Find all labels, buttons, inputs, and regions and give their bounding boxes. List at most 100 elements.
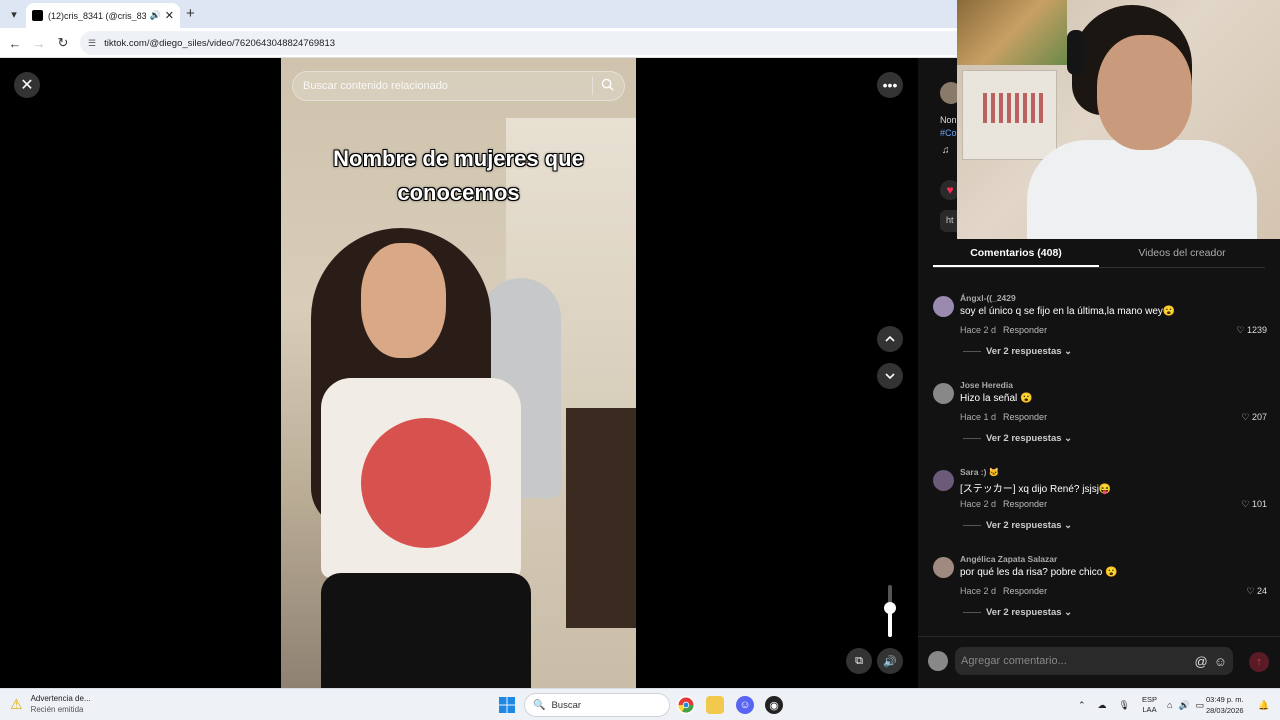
send-comment-button[interactable]: ↑ (1249, 652, 1269, 672)
volume-slider[interactable] (884, 585, 896, 637)
site-info-icon[interactable]: ☰ (88, 38, 96, 49)
forward-arrow-icon[interactable]: → (30, 34, 48, 52)
heart-outline-icon: ♡ (1241, 499, 1252, 509)
comment-item: Jose Heredia Hizo la señal 😮 Hace 1 d Res… (933, 377, 1273, 457)
chevron-up-icon[interactable]: ⌃ (1078, 700, 1086, 711)
reply-button[interactable]: Responder (1003, 499, 1047, 509)
notification-subtitle: Recién emitida (30, 705, 84, 714)
language-bottom: LAA (1142, 705, 1157, 714)
windows-start-icon[interactable] (498, 696, 516, 714)
mention-icon[interactable]: @ (1195, 654, 1208, 669)
search-icon[interactable] (601, 78, 614, 94)
video-scene-shirt-print (361, 418, 491, 548)
tab-close-icon[interactable]: ✕ (165, 9, 174, 22)
comment-username[interactable]: Ángxl-((_2429 (960, 293, 1016, 303)
tab-search-menu-button[interactable]: ▾ (4, 4, 24, 24)
emoji-icon[interactable]: ☺ (1214, 654, 1227, 669)
taskbar-search-label: Buscar (551, 699, 582, 711)
tab-audio-icon[interactable]: 🔊 (150, 10, 161, 21)
mute-button[interactable]: 🔊 (877, 648, 903, 674)
language-top: ESP (1141, 695, 1157, 704)
chrome-icon[interactable] (677, 696, 695, 714)
previous-video-button[interactable] (877, 326, 903, 352)
avatar[interactable] (933, 296, 954, 317)
comment-like-button[interactable]: ♡ 1239 (1236, 325, 1267, 336)
comment-text: [ステッカー] xq dijo René? jsjsj😝 (960, 484, 1112, 495)
next-video-button[interactable] (877, 363, 903, 389)
wifi-icon[interactable]: ⌂ (1167, 700, 1172, 710)
comment-time: Hace 2 d (960, 499, 997, 509)
volume-slider-knob[interactable] (884, 602, 896, 615)
comment-meta: Hace 2 d Responder (960, 586, 1047, 596)
caption-line-2: conocemos (397, 180, 520, 205)
more-horizontal-icon: ••• (882, 77, 898, 93)
comment-input-placeholder: Agregar comentario... (961, 655, 1067, 667)
battery-icon[interactable]: ▭ (1196, 700, 1205, 711)
view-replies-label: Ver 2 respuestas (986, 433, 1062, 444)
video-description: Non #Co (940, 114, 957, 140)
webcam-scene-tshirt (1027, 140, 1257, 239)
more-options-button[interactable]: ••• (877, 72, 903, 98)
view-replies-label: Ver 2 respuestas (986, 346, 1062, 357)
view-replies-label: Ver 2 respuestas (986, 520, 1062, 531)
comment-text: Hizo la señal 😮 (960, 393, 1033, 404)
comment-like-button[interactable]: ♡ 24 (1246, 586, 1267, 597)
chevron-down-icon: ⌄ (1061, 433, 1073, 444)
webcam-scene-headphones (1067, 30, 1085, 75)
chevron-down-icon: ⌄ (1061, 607, 1073, 618)
comment-item: Ángxl-((_2429 soy el único q se fijo en … (933, 290, 1273, 370)
comment-like-count: 207 (1251, 412, 1267, 422)
clock-time: 03:49 p. m. (1206, 695, 1244, 704)
network-app-icon[interactable]: ☁ (1098, 700, 1107, 711)
comment-meta: Hace 2 d Responder (960, 499, 1047, 509)
new-tab-button[interactable]: + (186, 5, 195, 22)
language-indicator[interactable]: ESP LAA (1142, 695, 1157, 715)
comment-username[interactable]: Angélica Zapata Salazar (960, 554, 1057, 564)
view-replies-label: Ver 2 respuestas (986, 607, 1062, 618)
clock-date: 28/03/2026 (1206, 706, 1244, 715)
speaker-icon[interactable]: 🔊 (1178, 700, 1189, 711)
video-scene-skirt (321, 573, 531, 688)
hashtag-link[interactable]: #Co (940, 127, 957, 140)
comment-like-button[interactable]: ♡ 101 (1241, 499, 1267, 510)
view-replies-button[interactable]: Ver 2 respuestas ⌄ (963, 607, 1072, 618)
reply-button[interactable]: Responder (1003, 325, 1047, 335)
avatar[interactable] (933, 557, 954, 578)
view-replies-button[interactable]: Ver 2 respuestas ⌄ (963, 346, 1072, 357)
close-video-button[interactable]: ✕ (14, 72, 40, 98)
music-note-icon[interactable]: ♫ (942, 145, 950, 156)
comment-like-button[interactable]: ♡ 207 (1241, 412, 1267, 423)
browser-tab-active[interactable]: (12)cris_8341 (@cris_8341) 🔊 ✕ (26, 3, 180, 28)
comment-input[interactable]: Agregar comentario... @ ☺ (955, 647, 1233, 675)
reply-button[interactable]: Responder (1003, 412, 1047, 422)
tab-creator-videos[interactable]: Videos del creador (1099, 243, 1265, 267)
comment-time: Hace 2 d (960, 325, 997, 335)
back-arrow-icon[interactable]: ← (6, 34, 24, 52)
taskbar-search[interactable]: 🔍 Buscar (524, 693, 670, 717)
avatar[interactable] (933, 383, 954, 404)
comment-username[interactable]: Jose Heredia (960, 380, 1013, 390)
view-replies-button[interactable]: Ver 2 respuestas ⌄ (963, 433, 1072, 444)
reload-icon[interactable]: ↻ (54, 34, 72, 52)
floating-player-button[interactable]: ⧉ (846, 648, 872, 674)
webcam-overlay (957, 0, 1280, 239)
avatar (928, 651, 948, 671)
obs-icon[interactable]: ◉ (765, 696, 783, 714)
microphone-icon[interactable]: 🎙 (1119, 700, 1130, 711)
view-replies-button[interactable]: Ver 2 respuestas ⌄ (963, 520, 1072, 531)
reply-button[interactable]: Responder (1003, 586, 1047, 596)
notification-bell-icon[interactable]: 🔔 (1258, 689, 1269, 720)
windows-taskbar: ⚠ Advertencia de... Recién emitida 🔍 Bus… (0, 688, 1280, 720)
comment-item: Sara :) 🐱 [ステッカー] xq dijo René? jsjsj😝 H… (933, 464, 1273, 544)
comment-like-count: 24 (1256, 586, 1267, 596)
discord-icon[interactable]: ☺ (736, 696, 754, 714)
comment-username[interactable]: Sara :) 🐱 (960, 467, 999, 478)
avatar[interactable] (933, 470, 954, 491)
file-explorer-icon[interactable] (706, 696, 724, 714)
tab-comments[interactable]: Comentarios (408) (933, 243, 1099, 267)
comment-text: por qué les da risa? pobre chico 😮 (960, 567, 1118, 578)
related-search-input[interactable]: Buscar contenido relacionado (292, 71, 625, 101)
notification-widget[interactable]: ⚠ Advertencia de... Recién emitida (10, 693, 91, 715)
clock[interactable]: 03:49 p. m. 28/03/2026 (1206, 694, 1244, 716)
video-player[interactable]: Nombre de mujeres que conocemos (281, 58, 636, 688)
